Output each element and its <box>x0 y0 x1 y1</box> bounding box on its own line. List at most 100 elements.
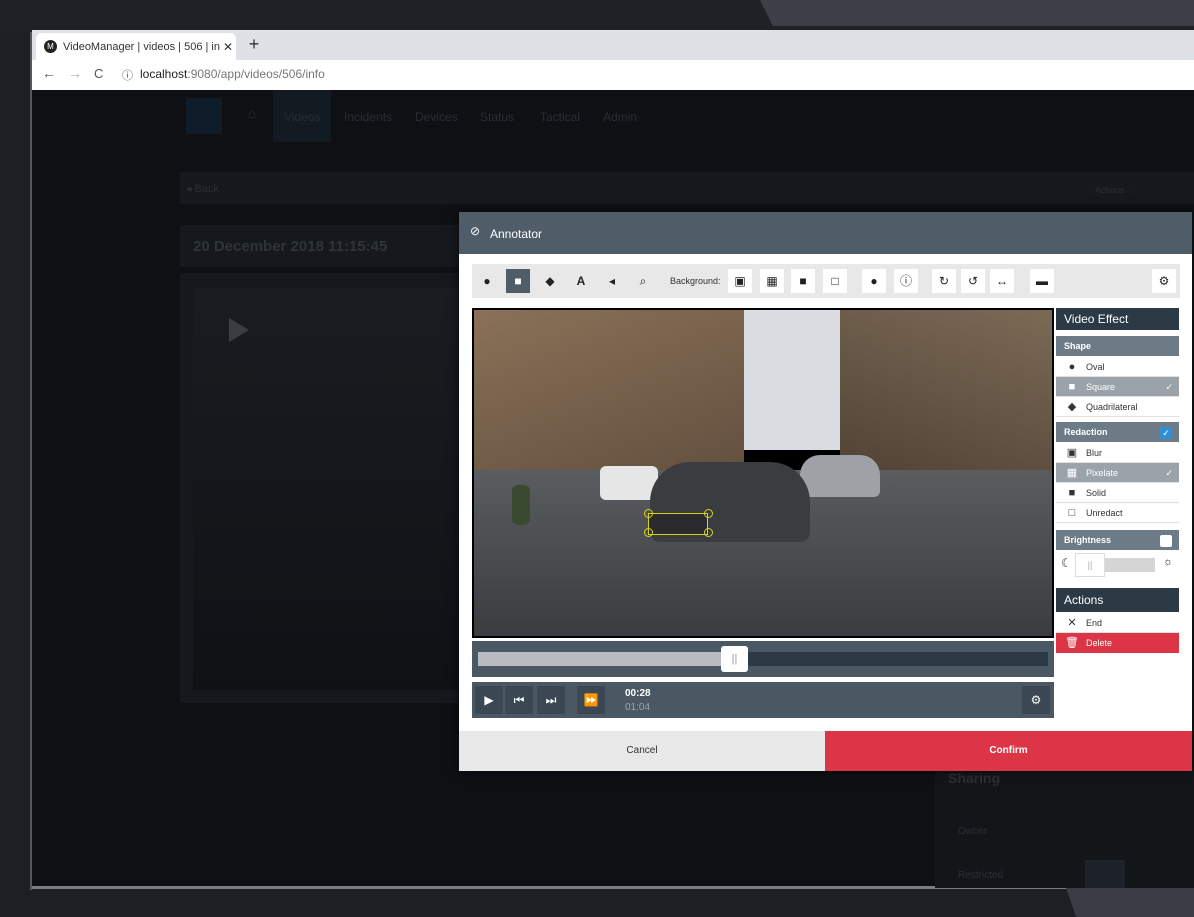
nav-videos[interactable]: Videos <box>284 110 320 124</box>
url-text[interactable]: localhost:9080/app/videos/506/info <box>140 67 325 81</box>
comment-icon[interactable]: ▬ <box>1030 269 1054 293</box>
owner-label: Owner <box>958 826 988 837</box>
browser-tab[interactable]: M VideoManager | videos | 506 | inf ✕ <box>36 33 236 60</box>
text-tool-icon[interactable]: A <box>569 269 593 293</box>
redaction-checkbox[interactable]: ✓ <box>1160 427 1172 439</box>
brightness-slider-thumb[interactable]: || <box>1075 553 1105 577</box>
bg-grid-icon[interactable]: ▦ <box>760 269 784 293</box>
url-path: :9080/app/videos/506/info <box>187 67 325 81</box>
back-arrow-icon[interactable]: ← <box>42 65 56 81</box>
nav-tactical[interactable]: Tactical <box>540 110 580 124</box>
audio-tool-icon[interactable]: ◂ <box>600 269 624 293</box>
restricted-toggle[interactable] <box>1085 860 1125 888</box>
previous-frame-icon[interactable]: ⏮ <box>505 686 533 714</box>
modal-header <box>459 212 1192 254</box>
app-logo[interactable] <box>186 98 222 134</box>
bg-solid-icon[interactable]: ■ <box>791 269 815 293</box>
bg-image-icon[interactable]: ▣ <box>728 269 752 293</box>
delete-button[interactable]: 🗑 Delete <box>1056 633 1179 653</box>
redaction-pixelate[interactable]: ▦ Pixelate ✓ <box>1056 463 1179 483</box>
player-settings-icon[interactable]: ⚙ <box>1022 686 1050 714</box>
shape-square[interactable]: ■ Square ✓ <box>1056 377 1179 397</box>
monitor-edge <box>30 32 32 890</box>
timeline-scrubber[interactable]: || <box>721 646 748 672</box>
restricted-label: Restricted <box>958 870 1004 881</box>
actions-label: Actions : <box>1095 185 1130 195</box>
next-frame-icon[interactable]: ⏭ <box>537 686 565 714</box>
square-icon: ■ <box>1068 381 1076 393</box>
redaction-unredact-label: Unredact <box>1086 508 1123 518</box>
timeline-played <box>478 652 736 666</box>
shape-oval[interactable]: ● Oval <box>1056 357 1179 377</box>
modal-title: Annotator <box>490 227 543 241</box>
redaction-solid-label: Solid <box>1086 488 1107 498</box>
tab-title: VideoManager | videos | 506 | inf <box>63 40 220 53</box>
resize-handle[interactable] <box>644 528 653 537</box>
nav-devices[interactable]: Devices <box>415 110 458 124</box>
close-tab-icon[interactable]: ✕ <box>220 40 236 54</box>
resize-horizontal-icon[interactable]: ↔ <box>990 269 1014 293</box>
check-icon: ✓ <box>1165 468 1173 478</box>
forward-arrow-icon[interactable]: → <box>68 65 82 81</box>
play-icon[interactable] <box>229 318 249 342</box>
url-host: localhost <box>140 67 188 81</box>
check-icon: ✓ <box>1165 382 1173 392</box>
image-icon: ▣ <box>1066 447 1078 459</box>
play-button-icon[interactable]: ▶ <box>475 686 503 714</box>
redaction-pixelate-label: Pixelate <box>1086 468 1119 478</box>
shape-oval-label: Oval <box>1086 362 1105 372</box>
shape-quadrilateral-label: Quadrilateral <box>1086 402 1138 412</box>
resize-handle[interactable] <box>644 509 653 518</box>
monitor-stand-edge <box>1066 888 1194 917</box>
resize-handle[interactable] <box>704 528 713 537</box>
address-bar[interactable]: ← → C ⓘ localhost:9080/app/videos/506/in… <box>32 60 1194 91</box>
shape-quadrilateral[interactable]: ◆ Quadrilateral <box>1056 397 1179 417</box>
action-end[interactable]: ✕ End <box>1056 613 1179 633</box>
delete-label: Delete <box>1086 638 1113 648</box>
empty-square-icon: □ <box>1068 507 1076 519</box>
background-label: Background: <box>670 276 721 286</box>
monitor-bezel-edge <box>760 0 1194 26</box>
new-tab-button[interactable]: + <box>244 33 264 55</box>
redaction-solid[interactable]: ■ Solid <box>1056 483 1179 503</box>
square-tool-icon[interactable]: ■ <box>506 269 530 293</box>
circle-tool-icon[interactable]: ● <box>475 269 499 293</box>
redo-icon[interactable]: ↻ <box>932 269 956 293</box>
diamond-tool-icon[interactable]: ◆ <box>538 269 562 293</box>
bg-empty-icon[interactable]: □ <box>823 269 847 293</box>
redaction-blur-label: Blur <box>1086 448 1103 458</box>
redaction-box[interactable] <box>648 513 708 535</box>
nav-admin[interactable]: Admin <box>603 110 637 124</box>
nav-status[interactable]: Status <box>480 110 514 124</box>
video-thumbnail <box>193 288 459 690</box>
timeline-remaining[interactable] <box>736 652 1048 666</box>
current-time: 00:28 <box>625 688 651 699</box>
circle-icon: ● <box>1068 361 1076 373</box>
x-icon: ✕ <box>1067 617 1077 629</box>
settings-gear-icon[interactable]: ⚙ <box>1152 269 1176 293</box>
sun-icon: ☼ <box>1163 556 1174 568</box>
reload-icon[interactable]: C <box>94 66 103 81</box>
back-link[interactable]: ◂ Back <box>186 182 219 195</box>
resize-handle[interactable] <box>704 509 713 518</box>
nav-incidents[interactable]: Incidents <box>344 110 392 124</box>
redaction-blur[interactable]: ▣ Blur <box>1056 443 1179 463</box>
undo-icon[interactable]: ↺ <box>961 269 985 293</box>
grid-icon: ▦ <box>1066 467 1078 479</box>
motorola-logo-icon: M <box>44 40 57 53</box>
brightness-checkbox[interactable] <box>1160 535 1172 547</box>
redaction-unredact[interactable]: □ Unredact <box>1056 503 1179 523</box>
home-icon[interactable]: ⌂ <box>240 105 264 131</box>
confirm-button[interactable]: Confirm <box>825 731 1192 771</box>
fast-forward-icon[interactable]: ⏩ <box>577 686 605 714</box>
lightbulb-icon[interactable]: ● <box>862 269 886 293</box>
info-icon[interactable]: ⓘ <box>122 67 133 83</box>
info-circle-icon[interactable]: ⓘ <box>894 269 918 293</box>
zoom-tool-icon[interactable]: ⌕ <box>631 269 655 293</box>
video-scene-tree <box>512 485 530 525</box>
video-date-title: 20 December 2018 11:15:45 <box>193 238 388 255</box>
moon-icon: ☾ <box>1061 556 1072 570</box>
total-time: 01:04 <box>625 702 651 713</box>
cancel-button[interactable]: Cancel <box>459 731 825 771</box>
trash-icon: 🗑 <box>1065 637 1079 649</box>
